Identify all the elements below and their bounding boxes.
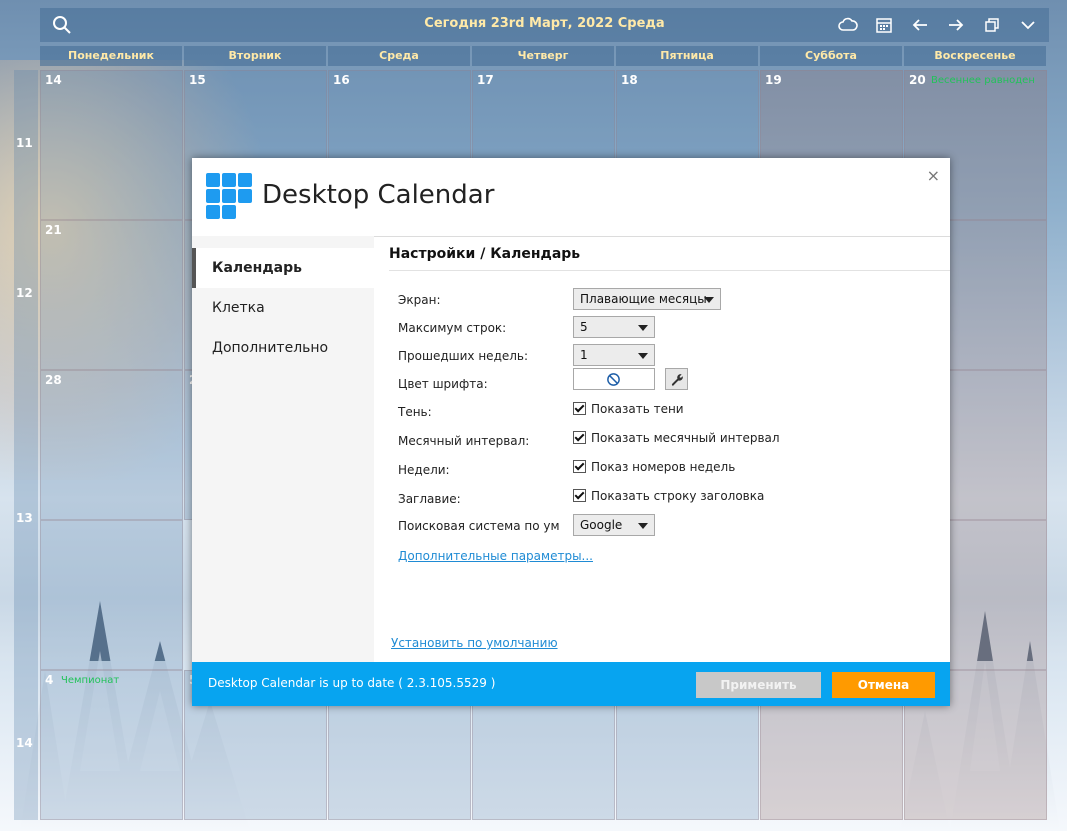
dialog-header: Desktop Calendar × xyxy=(192,158,950,237)
day-cell[interactable]: 21 xyxy=(40,220,183,370)
max-rows-select[interactable]: 5 xyxy=(573,316,655,338)
day-number: 17 xyxy=(477,73,494,87)
screen-select[interactable]: Плавающие месяцы xyxy=(573,288,721,310)
weekday-label: Суббота xyxy=(760,46,902,66)
weeks-label: Недели: xyxy=(398,463,450,477)
title-label: Заглавие: xyxy=(398,492,461,506)
arrow-left-icon[interactable] xyxy=(910,15,930,35)
close-icon[interactable]: × xyxy=(927,166,940,185)
title-checkbox-label: Показать строку заголовка xyxy=(591,489,765,503)
checkbox-checked-icon xyxy=(573,431,586,444)
weeks-checkbox-label: Показ номеров недель xyxy=(591,460,736,474)
weekday-label: Понедельник xyxy=(40,46,182,66)
settings-content: Настройки / Календарь Экран: Плавающие м… xyxy=(374,236,950,662)
dialog-footer: Desktop Calendar is up to date ( 2.3.105… xyxy=(192,662,950,706)
past-weeks-label: Прошедших недель: xyxy=(398,349,529,363)
dropdown-arrow-icon xyxy=(704,297,714,303)
day-number: 28 xyxy=(45,373,62,387)
cloud-icon[interactable] xyxy=(838,15,858,35)
event-label[interactable]: Чемпионат xyxy=(61,675,119,686)
checkbox-checked-icon xyxy=(573,460,586,473)
past-weeks-select[interactable]: 1 xyxy=(573,344,655,366)
day-number: 16 xyxy=(333,73,350,87)
more-params-link[interactable]: Дополнительные параметры... xyxy=(398,549,593,563)
search-engine-label: Поисковая система по ум xyxy=(398,519,560,533)
divider xyxy=(389,270,950,271)
sidebar-item-advanced[interactable]: Дополнительно xyxy=(192,328,374,368)
past-weeks-value: 1 xyxy=(580,348,588,362)
dropdown-arrow-icon xyxy=(638,353,648,359)
day-cell[interactable]: 14 xyxy=(40,70,183,220)
week-number-column: 11 12 13 14 xyxy=(14,70,38,820)
month-interval-label: Месячный интервал: xyxy=(398,434,530,448)
day-number: 4 xyxy=(45,673,54,687)
dropdown-arrow-icon xyxy=(638,523,648,529)
update-status: Desktop Calendar is up to date ( 2.3.105… xyxy=(208,676,496,690)
font-color-picker[interactable] xyxy=(573,368,655,390)
week-number: 12 xyxy=(16,286,33,300)
event-label[interactable]: Весеннее равноден xyxy=(931,75,1035,86)
weekday-label: Пятница xyxy=(616,46,758,66)
screen-select-value: Плавающие месяцы xyxy=(580,292,707,306)
week-number: 14 xyxy=(16,736,33,750)
day-number: 14 xyxy=(45,73,62,87)
font-color-label: Цвет шрифта: xyxy=(398,377,488,391)
weekday-label: Четверг xyxy=(472,46,614,66)
day-number: 21 xyxy=(45,223,62,237)
max-rows-value: 5 xyxy=(580,320,588,334)
dropdown-arrow-icon xyxy=(638,325,648,331)
shadow-checkbox[interactable]: Показать тени xyxy=(573,402,684,416)
app-title: Desktop Calendar xyxy=(262,180,495,210)
checkbox-checked-icon xyxy=(573,402,586,415)
day-cell[interactable]: 4 Чемпионат xyxy=(40,670,183,820)
app-logo-icon xyxy=(206,173,252,221)
calendar-icon[interactable] xyxy=(874,15,894,35)
weekday-label: Воскресенье xyxy=(904,46,1046,66)
month-interval-checkbox-label: Показать месячный интервал xyxy=(591,431,780,445)
day-number: 18 xyxy=(621,73,638,87)
shadow-label: Тень: xyxy=(398,405,432,419)
day-number: 20 xyxy=(909,73,926,87)
chevron-down-icon[interactable] xyxy=(1018,15,1038,35)
day-cell[interactable] xyxy=(40,520,183,670)
title-checkbox[interactable]: Показать строку заголовка xyxy=(573,489,764,503)
sidebar-item-cell[interactable]: Клетка xyxy=(192,288,374,328)
max-rows-label: Максимум строк: xyxy=(398,321,507,335)
checkbox-checked-icon xyxy=(573,489,586,502)
set-default-link[interactable]: Установить по умолчанию xyxy=(391,636,558,650)
screen-label: Экран: xyxy=(398,293,441,307)
settings-sidebar: Календарь Клетка Дополнительно xyxy=(192,236,374,662)
weekday-label: Вторник xyxy=(184,46,326,66)
wrench-icon[interactable] xyxy=(665,368,688,390)
settings-dialog: Desktop Calendar × Календарь Клетка Допо… xyxy=(192,158,950,706)
cancel-button[interactable]: Отмена xyxy=(832,672,935,698)
day-cell[interactable]: 28 xyxy=(40,370,183,520)
weekday-label: Среда xyxy=(328,46,470,66)
calendar-toolbar: Сегодня 23rd Март, 2022 Среда xyxy=(40,8,1049,42)
window-icon[interactable] xyxy=(982,15,1002,35)
search-engine-value: Google xyxy=(580,518,623,532)
week-number: 13 xyxy=(16,511,33,525)
apply-button[interactable]: Применить xyxy=(696,672,821,698)
month-interval-checkbox[interactable]: Показать месячный интервал xyxy=(573,431,780,445)
day-number: 15 xyxy=(189,73,206,87)
no-color-icon xyxy=(607,373,620,386)
page-title: Настройки / Календарь xyxy=(389,246,581,262)
today-title: Сегодня 23rd Март, 2022 Среда xyxy=(424,16,665,31)
sidebar-item-calendar[interactable]: Календарь xyxy=(192,248,374,288)
week-number: 11 xyxy=(16,136,33,150)
day-number: 19 xyxy=(765,73,782,87)
arrow-right-icon[interactable] xyxy=(946,15,966,35)
weeks-checkbox[interactable]: Показ номеров недель xyxy=(573,460,735,474)
shadow-checkbox-label: Показать тени xyxy=(591,402,684,416)
search-engine-select[interactable]: Google xyxy=(573,514,655,536)
